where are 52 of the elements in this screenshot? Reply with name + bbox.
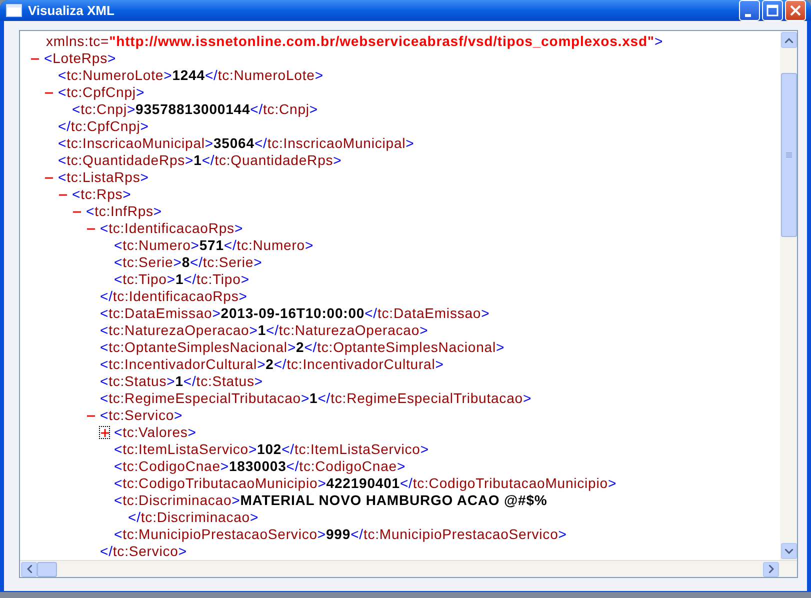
xml-line: <LoteRps> xyxy=(44,50,116,67)
scroll-down-button[interactable] xyxy=(780,543,796,559)
xml-line: <tc:Cnpj>93578813000144</tc:Cnpj> xyxy=(72,101,318,118)
xml-line: <tc:CpfCnpj> xyxy=(58,84,145,101)
xml-line: </tc:Servico> xyxy=(100,543,187,560)
xml-line: <tc:Tipo>1</tc:Tipo> xyxy=(114,271,250,288)
xml-line: <tc:InfRps> xyxy=(86,203,162,220)
close-button[interactable] xyxy=(785,0,806,21)
xml-line: <tc:Valores> xyxy=(114,424,196,441)
chevron-up-icon xyxy=(784,38,792,42)
minimize-button[interactable] xyxy=(739,0,760,21)
xml-line: <tc:CodigoTributacaoMunicipio>422190401</tc:CodigoTributacaoMunicipio> xyxy=(114,475,617,492)
xml-line: <tc:Numero>571</tc:Numero> xyxy=(114,237,314,254)
xml-line: <tc:Servico> xyxy=(100,407,183,424)
xml-line: </tc:IdentificacaoRps> xyxy=(100,288,248,305)
xml-line: <tc:IdentificacaoRps> xyxy=(100,220,244,237)
xml-line: <tc:Status>1</tc:Status> xyxy=(100,373,263,390)
chevron-down-icon xyxy=(784,548,792,554)
maximize-icon xyxy=(766,4,779,17)
xml-line: </tc:Discriminacao> xyxy=(128,509,259,526)
scroll-up-button[interactable] xyxy=(780,32,796,48)
xml-line: xmlns:tc="http://www.issnetonline.com.br/webserviceabrasf/vsd/tipos_complexos.xsd"> xyxy=(46,33,664,50)
window-title: Visualiza XML xyxy=(28,2,116,20)
close-icon xyxy=(789,4,802,17)
vertical-scrollbar[interactable] xyxy=(780,31,797,560)
xml-line: <tc:NumeroLote>1244</tc:NumeroLote> xyxy=(58,67,324,84)
maximize-button[interactable] xyxy=(762,0,783,21)
xml-line: <tc:NaturezaOperacao>1</tc:NaturezaOperacao> xyxy=(100,322,428,339)
xml-line: <tc:Rps> xyxy=(72,186,132,203)
xml-line: <tc:CodigoCnae>1830003</tc:CodigoCnae> xyxy=(114,458,406,475)
xml-line: <tc:ListaRps> xyxy=(58,169,149,186)
xml-line: </tc:CpfCnpj> xyxy=(58,118,149,135)
xml-line: <tc:Serie>8</tc:Serie> xyxy=(114,254,262,271)
xml-line: <tc:ItemListaServico>102</tc:ItemListaServico> xyxy=(114,441,429,458)
expand-toggle-icon[interactable] xyxy=(100,427,109,438)
horizontal-scrollbar[interactable] xyxy=(20,560,797,577)
xml-line: <tc:DataEmissao>2013-09-16T10:00:00</tc:DataEmissao> xyxy=(100,305,490,322)
scrollbar-thumb[interactable] xyxy=(37,562,57,576)
xml-line: <tc:QuantidadeRps>1</tc:QuantidadeRps> xyxy=(58,152,342,169)
xml-line: <tc:MunicipioPrestacaoServico>999</tc:MunicipioPrestacaoServico> xyxy=(114,526,567,543)
xml-line: <tc:Discriminacao>MATERIAL NOVO HAMBURGO ACAO @#$% xyxy=(114,492,548,509)
scrollbar-thumb[interactable] xyxy=(780,73,796,237)
chevron-right-icon xyxy=(768,565,774,573)
scroll-right-button[interactable] xyxy=(763,562,779,576)
window-icon xyxy=(6,4,22,17)
minimize-icon xyxy=(744,14,750,16)
chevron-left-icon xyxy=(26,565,32,573)
xml-line: <tc:InscricaoMunicipal>35064</tc:InscricaoMunicipal> xyxy=(58,135,414,152)
xml-line: <tc:OptanteSimplesNacional>2</tc:OptanteSimplesNacional> xyxy=(100,339,505,356)
xml-line: <tc:RegimeEspecialTributacao>1</tc:RegimeEspecialTributacao> xyxy=(100,390,532,407)
scroll-left-button[interactable] xyxy=(21,562,37,576)
xml-line: <tc:IncentivadorCultural>2</tc:IncentivadorCultural> xyxy=(100,356,444,373)
